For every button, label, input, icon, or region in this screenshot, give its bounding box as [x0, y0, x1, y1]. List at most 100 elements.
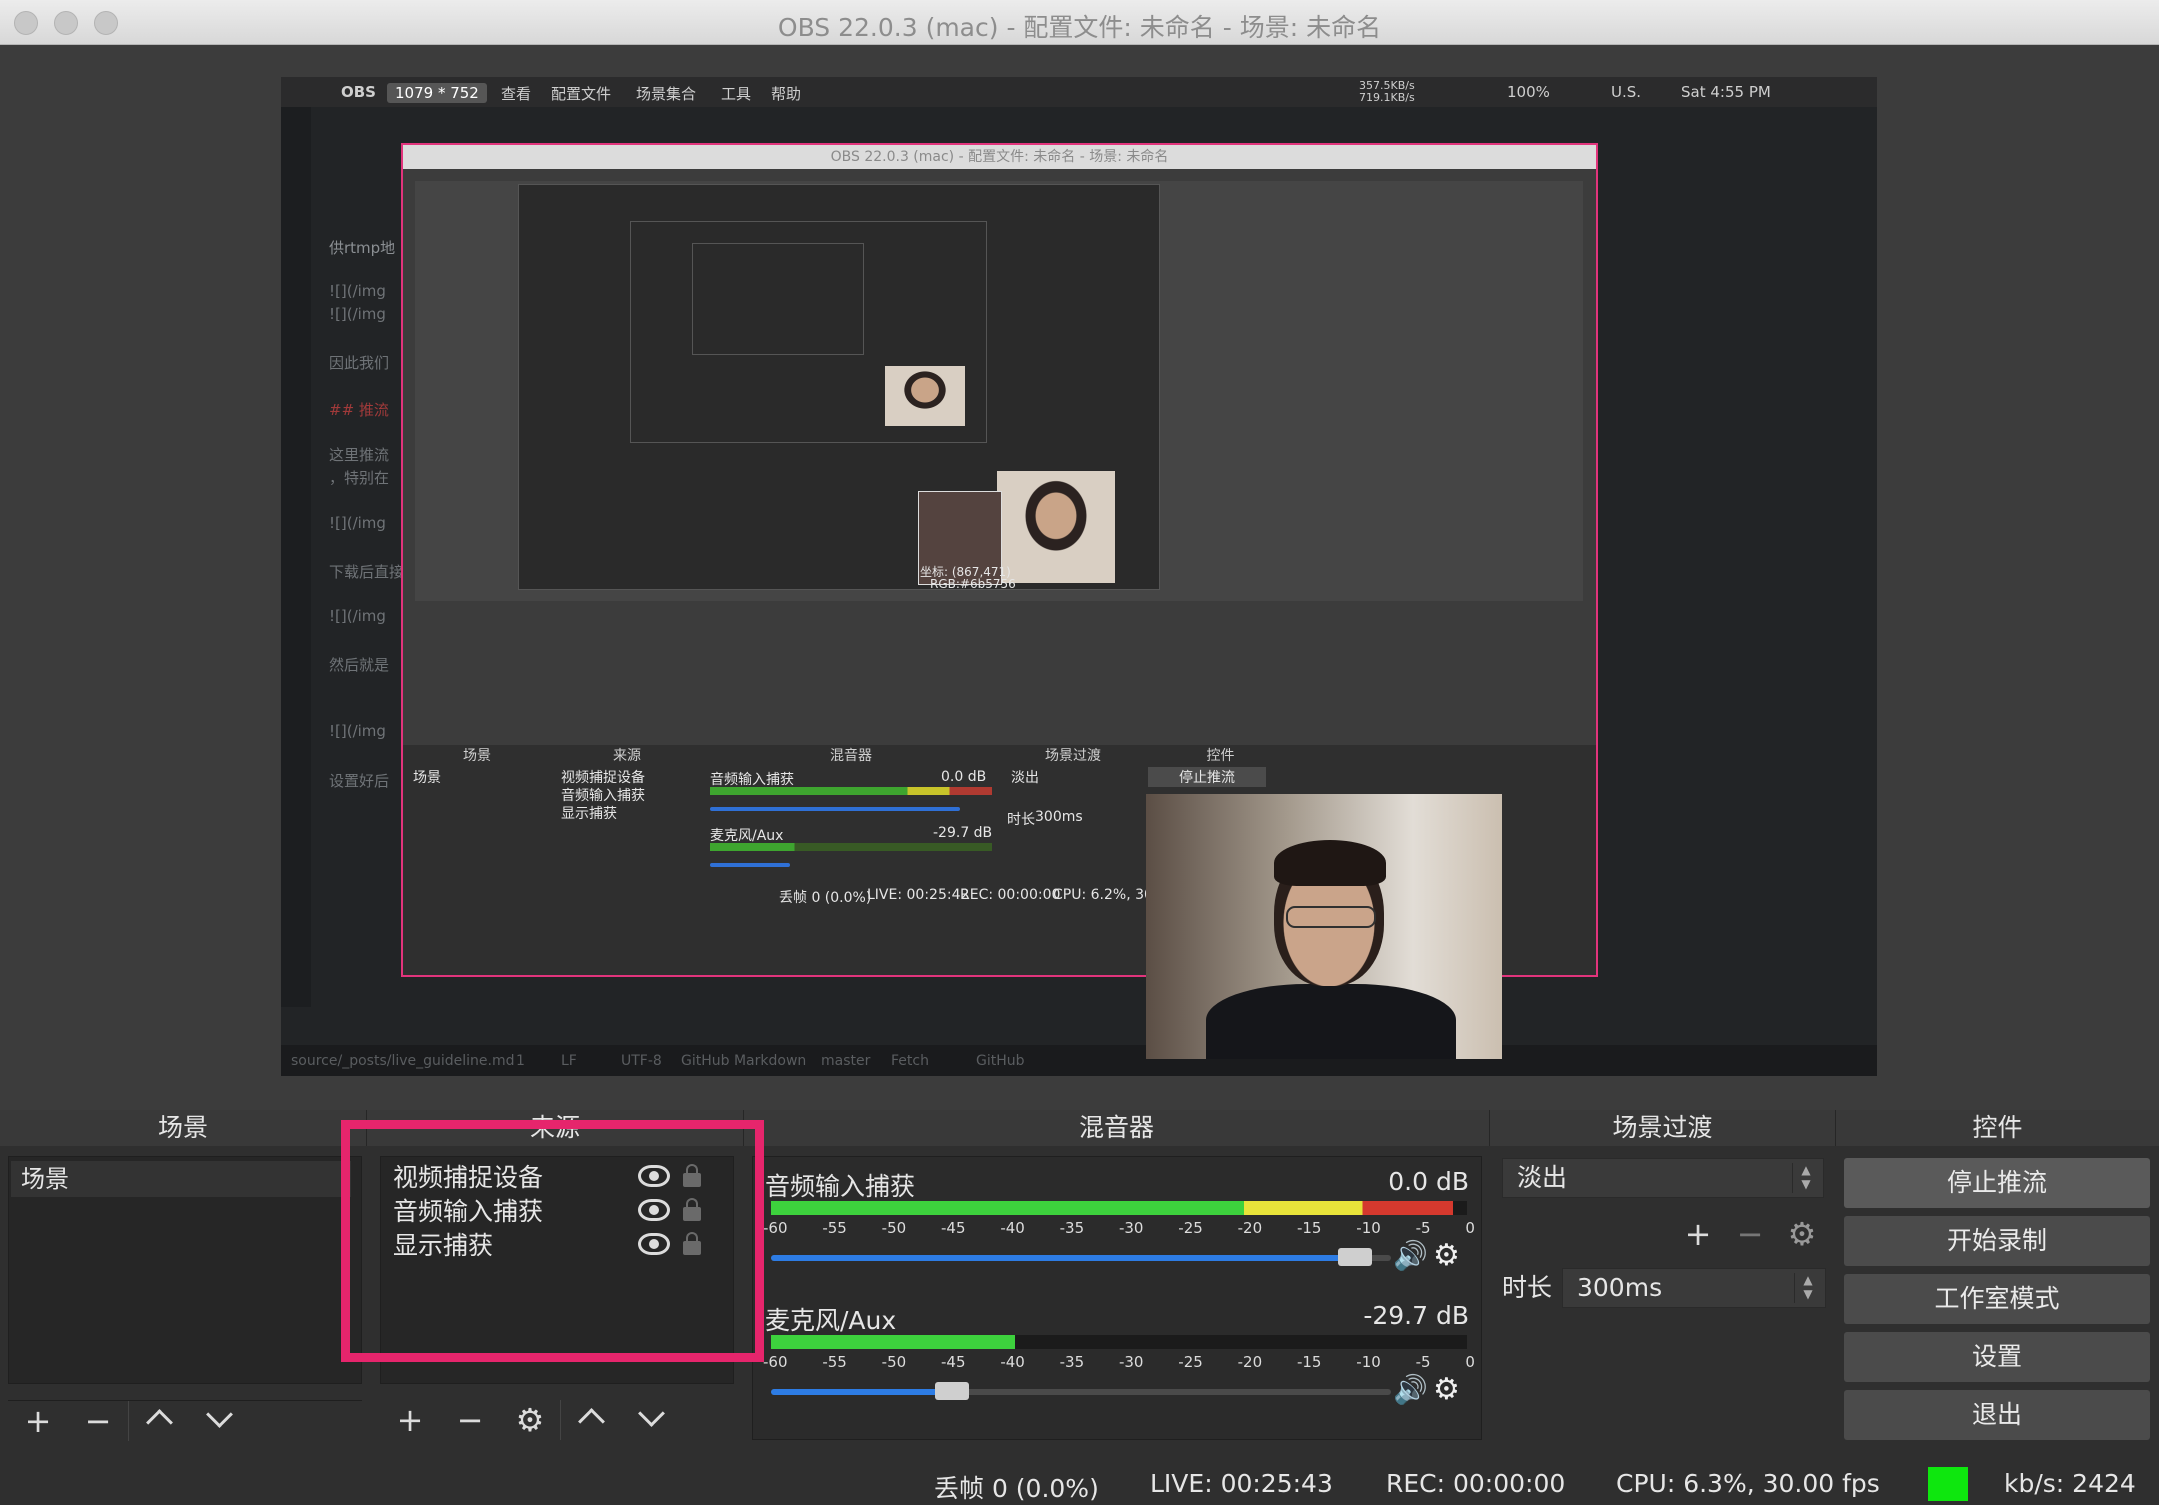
captured-app-name: OBS: [341, 83, 376, 101]
remove-transition-button[interactable]: −: [1720, 1214, 1780, 1254]
captured-dropped: 丢帧 0 (0.0%): [779, 890, 872, 906]
meter-tick-label: -50: [881, 1353, 907, 1371]
transition-properties-gear-icon[interactable]: ⚙: [1772, 1214, 1832, 1254]
scene-item[interactable]: 场景: [11, 1161, 351, 1197]
meter-tick-label: -40: [1000, 1219, 1025, 1237]
captured-code-line: 下载后直接: [329, 563, 405, 581]
captured-error-count: 1: [516, 1053, 525, 1069]
meter-tick-label: -25: [1178, 1353, 1203, 1371]
window-title: OBS 22.0.3 (mac) - 配置文件: 未命名 - 场景: 未命名: [777, 13, 1382, 42]
mixer-settings-gear-icon[interactable]: ⚙: [1433, 1375, 1463, 1405]
captured-transition: 淡出: [1011, 770, 1039, 786]
recursive-preview-3: [692, 243, 864, 355]
stop-streaming-button[interactable]: 停止推流: [1844, 1158, 2150, 1208]
captured-obs-title: OBS 22.0.3 (mac) - 配置文件: 未命名 - 场景: 未命名: [403, 145, 1596, 169]
exit-button[interactable]: 退出: [1844, 1390, 2150, 1440]
captured-code-line: 设置好后: [329, 772, 390, 790]
captured-scene-item: 场景: [413, 770, 441, 786]
webcam-person-hair: [1274, 840, 1386, 886]
captured-menu-item: 场景集合: [636, 85, 697, 103]
scenes-toolbar: + −: [8, 1400, 362, 1441]
transition-select[interactable]: 淡出 ▲ ▼: [1502, 1158, 1824, 1198]
captured-net-speed: 357.5KB/s 719.1KB/s: [1359, 79, 1415, 104]
captured-locale: U.S.: [1611, 83, 1642, 101]
meter-tick-label: -45: [940, 1353, 966, 1371]
volume-fader[interactable]: [771, 1382, 1391, 1400]
capture-size-badge: 1079 * 752: [387, 83, 487, 103]
volume-meter-level: [771, 1335, 1015, 1349]
captured-duration-label: 时长: [1007, 812, 1035, 828]
captured-code-line: 这里推流: [329, 446, 390, 464]
meter-tick-label: -20: [1237, 1219, 1263, 1237]
speaker-mute-icon[interactable]: 🔊: [1393, 1241, 1428, 1271]
captured-menu-item: 配置文件: [551, 85, 612, 103]
move-source-down-button[interactable]: [621, 1400, 681, 1440]
captured-file-path: source/_posts/live_guideline.md: [291, 1053, 515, 1069]
docks-area: 场景 来源 混音器 场景过渡 控件 场景 + − 视频捕捉设备 音频输入捕获 显…: [0, 1110, 2159, 1470]
move-scene-down-button[interactable]: [189, 1401, 249, 1441]
meter-scale: -60 -55 -50 -45 -40 -35 -30 -25 -20 -15 -10 -5 0: [763, 1353, 1475, 1371]
controls-dock-title: 控件: [1836, 1110, 2159, 1146]
add-scene-button[interactable]: +: [8, 1401, 68, 1441]
captured-fetch: Fetch: [891, 1053, 929, 1069]
settings-button[interactable]: 设置: [1844, 1332, 2150, 1382]
captured-source-item: 音频输入捕获: [561, 788, 645, 804]
captured-dock-title: 来源: [613, 748, 641, 764]
captured-live: LIVE: 00:25:42: [867, 887, 970, 903]
mixer-channel-db: 0.0 dB: [1388, 1167, 1469, 1196]
duration-input[interactable]: 300ms ▲ ▼: [1562, 1268, 1826, 1308]
recursive-webcam: [997, 471, 1115, 583]
volume-meter: [771, 1201, 1467, 1215]
duration-value: 300ms: [1577, 1273, 1663, 1302]
meter-tick-label: -30: [1118, 1353, 1144, 1371]
captured-code-line: ![](/img: [329, 282, 386, 300]
meter-tick-label: -40: [1000, 1353, 1025, 1371]
captured-editor-gutter: [281, 107, 311, 1007]
captured-code-line: 供rtmp地: [329, 239, 396, 257]
duration-label: 时长: [1502, 1273, 1553, 1302]
captured-mixer-fader: [710, 807, 960, 811]
mixer-dock-title: 混音器: [744, 1110, 1490, 1146]
meter-tick-label: -50: [881, 1219, 907, 1237]
audio-mixer: 音频输入捕获 0.0 dB -60 -55 -50 -45 -40 -35 -30 -25 -2…: [752, 1156, 1482, 1440]
meter-tick-label: -45: [940, 1219, 966, 1237]
captured-eol: LF: [561, 1053, 577, 1069]
captured-editor-statusbar: source/_posts/live_guideline.md 1 LF UTF…: [281, 1045, 1877, 1076]
captured-code-line: ![](/img: [329, 305, 386, 323]
program-preview[interactable]: OBS 1079 * 752 查看 配置文件 场景集合 工具 帮助 357.5K…: [281, 77, 1877, 1076]
move-scene-up-button[interactable]: [128, 1401, 189, 1441]
volume-fader[interactable]: [771, 1248, 1391, 1266]
meter-tick-label: -60: [763, 1219, 788, 1237]
volume-meter-level: [771, 1201, 1454, 1215]
speaker-mute-icon[interactable]: 🔊: [1393, 1375, 1428, 1405]
captured-mixer-meter: [710, 843, 992, 851]
remove-source-button[interactable]: −: [440, 1400, 500, 1440]
stepper-icon[interactable]: ▲ ▼: [1794, 1273, 1821, 1303]
captured-mixer-meter: [710, 787, 992, 795]
volume-fader-handle[interactable]: [1338, 1248, 1373, 1266]
start-recording-button[interactable]: 开始录制: [1844, 1216, 2150, 1266]
source-properties-gear-icon[interactable]: ⚙: [500, 1400, 560, 1440]
meter-tick-label: -35: [1059, 1353, 1085, 1371]
captured-menu-item: 工具: [721, 85, 752, 103]
mixer-channel-name: 麦克风/Aux: [765, 1306, 897, 1335]
sources-highlight-annotation: [341, 1120, 764, 1362]
remove-scene-button[interactable]: −: [68, 1401, 128, 1441]
captured-menu-item: 帮助: [771, 85, 802, 103]
studio-mode-button[interactable]: 工作室模式: [1844, 1274, 2150, 1324]
status-bar: 丢帧 0 (0.0%) LIVE: 00:25:43 REC: 00:00:00…: [0, 1465, 2159, 1505]
mixer-settings-gear-icon[interactable]: ⚙: [1433, 1241, 1463, 1271]
add-source-button[interactable]: +: [380, 1400, 440, 1440]
live-timer: LIVE: 00:25:43: [1150, 1469, 1333, 1498]
scenes-list[interactable]: 场景: [8, 1156, 362, 1384]
dropped-frames: 丢帧 0 (0.0%): [934, 1474, 1099, 1503]
captured-obs-preview: 坐标: (867,471) RGB:#6b5756: [415, 181, 1583, 601]
volume-fader-handle[interactable]: [935, 1382, 970, 1400]
transition-select-value: 淡出: [1517, 1163, 1568, 1192]
add-transition-button[interactable]: +: [1668, 1214, 1728, 1254]
meter-tick-label: -15: [1296, 1219, 1322, 1237]
webcam-source-overlay[interactable]: [1146, 794, 1502, 1059]
captured-duration: 300ms: [1035, 809, 1083, 825]
move-source-up-button[interactable]: [560, 1400, 621, 1440]
meter-tick-label: -25: [1178, 1219, 1203, 1237]
